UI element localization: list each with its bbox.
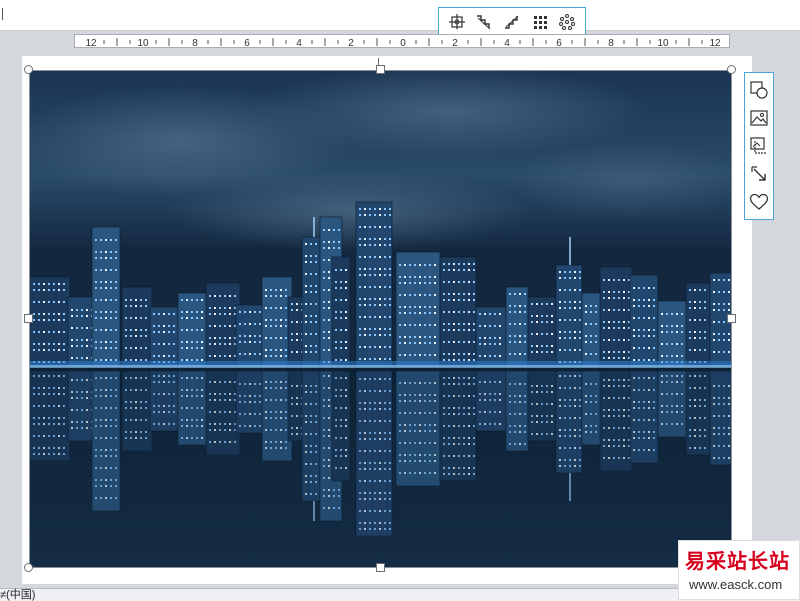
ruler-label: 10	[657, 38, 669, 49]
grid-dots-icon	[533, 15, 547, 29]
ruler-label: 4	[504, 38, 510, 49]
shape-style-icon	[750, 81, 768, 99]
watermark-url: www.easck.com	[689, 577, 783, 592]
resize-handle-top-left[interactable]	[24, 65, 33, 74]
ruler-scale: 12 10 8 6 4 2 0 2 4 6 8 10 12	[85, 38, 721, 49]
city-skyline-image	[30, 71, 732, 567]
horizontal-ruler[interactable]: 12 10 8 6 4 2 0 2 4 6 8 10 12	[74, 34, 730, 49]
heart-icon	[749, 193, 769, 210]
crop-center-icon	[448, 13, 465, 30]
watermark-site-name: 易采站长站	[685, 549, 790, 573]
ruler-label: 2	[348, 38, 354, 49]
top-strip	[0, 0, 800, 31]
quick-tools-panel	[744, 72, 774, 220]
ruler-label: 4	[296, 38, 302, 49]
resize-arrow-button[interactable]	[747, 162, 771, 186]
grid-dots-button[interactable]	[529, 11, 551, 33]
crop-picture-icon	[750, 137, 767, 154]
step-down-button[interactable]	[473, 11, 495, 33]
ruler-label: 6	[244, 38, 250, 49]
resize-handle-bottom[interactable]	[376, 563, 385, 572]
ruler-label: 12	[85, 38, 97, 49]
ruler-label: 12	[709, 38, 721, 49]
shape-style-button[interactable]	[747, 78, 771, 102]
picture-button[interactable]	[747, 106, 771, 130]
ruler-label: 8	[608, 38, 614, 49]
top-edge-mark	[2, 8, 7, 20]
heart-button[interactable]	[747, 190, 771, 214]
step-up-icon	[504, 15, 519, 29]
scatter-dots-icon	[559, 13, 576, 30]
step-down-icon	[477, 14, 491, 29]
ruler-label: 6	[556, 38, 562, 49]
picture-icon	[750, 110, 768, 126]
ruler-label: 2	[452, 38, 458, 49]
resize-arrow-icon	[751, 166, 766, 181]
language-status: ≠(中国)	[0, 589, 36, 601]
scatter-dots-button[interactable]	[556, 11, 578, 33]
picture-floating-toolbar	[438, 7, 586, 45]
city-skyline-photo[interactable]	[30, 71, 732, 567]
resize-handle-top-right[interactable]	[727, 65, 736, 74]
resize-handle-left[interactable]	[24, 314, 33, 323]
crop-picture-button[interactable]	[747, 134, 771, 158]
resize-handle-top[interactable]	[376, 65, 385, 74]
ruler-label: 8	[192, 38, 198, 49]
ruler-label: 10	[137, 38, 149, 49]
site-watermark: 易采站长站 www.easck.com	[678, 540, 800, 600]
resize-handle-bottom-left[interactable]	[24, 563, 33, 572]
ruler-label: 0	[400, 38, 406, 49]
resize-handle-right[interactable]	[727, 314, 736, 323]
step-up-button[interactable]	[501, 11, 523, 33]
